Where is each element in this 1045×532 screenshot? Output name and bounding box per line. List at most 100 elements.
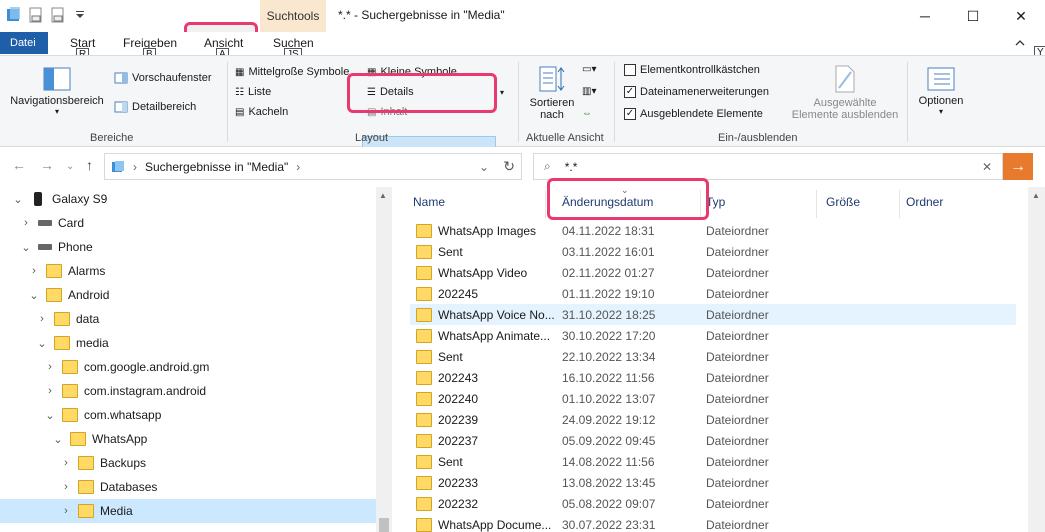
file-row[interactable]: WhatsApp Docume... 30.07.2022 23:31 Dateio… [410,514,1016,532]
nav-scrollbar-thumb[interactable] [379,518,389,532]
tree-item[interactable]: › data [0,307,376,331]
tree-item[interactable]: ⌄ Phone [0,235,376,259]
file-row[interactable]: WhatsApp Images 04.11.2022 18:31 Dateiordn… [410,220,1016,241]
chevron-down-icon[interactable]: ⌄ [52,433,64,446]
file-extensions-toggle[interactable]: ✓ Dateinamenerweiterungen [624,86,769,98]
options-button[interactable]: Optionen ▾ [912,66,970,116]
preview-pane-button[interactable]: Vorschaufenster [114,72,212,84]
chevron-right-icon[interactable]: › [60,481,72,493]
add-columns-icon[interactable]: ▥▾ [582,86,596,97]
tree-item[interactable]: ⌄ media [0,331,376,355]
chevron-right-icon[interactable]: › [60,505,72,517]
file-row[interactable]: 202243 16.10.2022 11:56 Dateiordner [410,367,1016,388]
breadcrumb-chevron-icon[interactable]: › [296,160,300,174]
folder-icon [62,384,78,398]
layout-expand-icon[interactable]: ▾ [500,88,504,97]
item-checkboxes-label: Elementkontrollkästchen [640,64,760,76]
chevron-down-icon[interactable]: ⌄ [44,409,56,422]
nav-scrollbar[interactable]: ▲ [376,187,392,532]
file-name: Sent [438,244,463,259]
hide-selected-button[interactable]: Ausgewählte Elemente ausblenden [788,64,902,121]
sort-by-button[interactable]: Sortieren nach [525,64,579,121]
properties-icon[interactable] [28,6,44,24]
layout-tiles[interactable]: ▤ Kacheln [235,106,288,118]
search-input[interactable]: *.* [565,160,578,174]
forward-arrow-icon[interactable]: → [40,157,54,173]
column-separator[interactable] [545,190,546,218]
chevron-down-icon[interactable]: ⌄ [20,241,32,254]
address-dropdown-icon[interactable]: ⌄ [479,160,489,174]
file-row[interactable]: Sent 22.10.2022 13:34 Dateiordner [410,346,1016,367]
chevron-down-icon[interactable]: ⌄ [12,193,24,206]
minimize-button[interactable]: ─ [901,0,949,32]
file-row[interactable]: Sent 14.08.2022 11:56 Dateiordner [410,451,1016,472]
search-go-arrow-icon[interactable]: → [1003,153,1033,180]
clear-search-icon[interactable]: ✕ [982,160,992,174]
details-pane-button[interactable]: Detailbereich [114,101,196,113]
tree-item[interactable]: › com.google.android.gm [0,355,376,379]
column-separator[interactable] [816,190,817,218]
tree-item-label: Android [68,288,110,302]
group-by-icon[interactable]: ▭▾ [582,64,596,75]
tree-item[interactable]: ⌄ WhatsApp [0,427,376,451]
file-row[interactable]: WhatsApp Video 02.11.2022 01:27 Dateiordne… [410,262,1016,283]
column-header-name[interactable]: Name [413,195,445,209]
layout-list[interactable]: ☷ Liste [235,86,271,98]
chevron-down-icon[interactable]: ⌄ [36,337,48,350]
tree-item[interactable]: › Media [0,499,376,523]
scroll-up-icon[interactable]: ▲ [1032,191,1040,200]
new-folder-icon[interactable] [50,6,66,24]
tree-item[interactable]: › Databases [0,475,376,499]
file-row[interactable]: WhatsApp Animate... 30.10.2022 17:20 Datei… [410,325,1016,346]
up-arrow-icon[interactable]: ↑ [86,157,93,173]
tree-item-label: com.whatsapp [84,408,162,422]
file-list-scrollbar[interactable]: ▲ [1028,187,1045,532]
navigation-pane-button[interactable]: Navigationsbereich ▾ [6,66,108,116]
tree-item[interactable]: › Card [0,211,376,235]
chevron-right-icon[interactable]: › [44,385,56,397]
tree-item[interactable]: › com.instagram.android [0,379,376,403]
close-button[interactable]: ✕ [997,0,1045,32]
item-checkboxes-toggle[interactable]: Elementkontrollkästchen [624,64,760,76]
ribbon-collapse-icon[interactable] [1013,36,1027,50]
chevron-right-icon[interactable]: › [36,313,48,325]
refresh-icon[interactable]: ↻ [503,158,515,175]
file-row[interactable]: 202233 13.08.2022 13:45 Dateiordner [410,472,1016,493]
search-box[interactable]: ⌕ *.* ✕ [533,153,1003,180]
file-row[interactable]: Sent 03.11.2022 16:01 Dateiordner [410,241,1016,262]
preview-pane-label: Vorschaufenster [132,72,212,84]
file-row[interactable]: 202237 05.09.2022 09:45 Dateiordner [410,430,1016,451]
folder-icon [416,475,432,490]
chevron-down-icon[interactable]: ⌄ [28,289,40,302]
maximize-button[interactable]: ☐ [949,0,997,32]
file-row[interactable]: 202240 01.10.2022 13:07 Dateiordner [410,388,1016,409]
file-row[interactable]: 202232 05.08.2022 09:07 Dateiordner [410,493,1016,514]
file-row[interactable]: WhatsApp Voice No... 31.10.2022 18:25 Date… [410,304,1016,325]
tab-file[interactable]: Datei [0,32,48,54]
chevron-right-icon[interactable]: › [28,265,40,277]
chevron-right-icon[interactable]: › [60,457,72,469]
recent-locations-icon[interactable]: ⌄ [66,161,74,172]
tree-item[interactable]: › Alarms [0,259,376,283]
tree-item[interactable]: ⌄ com.whatsapp [0,403,376,427]
column-header-folder[interactable]: Ordner [906,195,943,209]
column-separator[interactable] [899,190,900,218]
customize-toolbar-icon[interactable] [72,6,88,24]
size-columns-icon[interactable]: ⇔ [582,108,592,119]
file-row[interactable]: 202239 24.09.2022 19:12 Dateiordner [410,409,1016,430]
chevron-right-icon[interactable]: › [44,361,56,373]
address-bar[interactable]: › Suchergebnisse in "Media" › ⌄ ↻ [104,153,522,180]
context-tab-search-tools[interactable]: Suchtools [260,0,326,32]
tree-item[interactable]: ⌄ Android [0,283,376,307]
tree-item[interactable]: ⌄ Galaxy S9 [0,187,376,211]
hidden-items-toggle[interactable]: ✓ Ausgeblendete Elemente [624,108,763,120]
column-header-size[interactable]: Größe [826,195,860,209]
breadcrumb-path[interactable]: Suchergebnisse in "Media" [145,160,288,174]
file-row[interactable]: 202245 01.11.2022 19:10 Dateiordner [410,283,1016,304]
tree-item[interactable]: › Backups [0,451,376,475]
scroll-up-icon[interactable]: ▲ [379,191,387,200]
back-arrow-icon[interactable]: ← [12,157,26,173]
layout-medium-icons[interactable]: ▦ Mittelgroße Symbole [235,66,349,78]
chevron-right-icon[interactable]: › [20,217,32,229]
folder-icon [416,433,432,448]
